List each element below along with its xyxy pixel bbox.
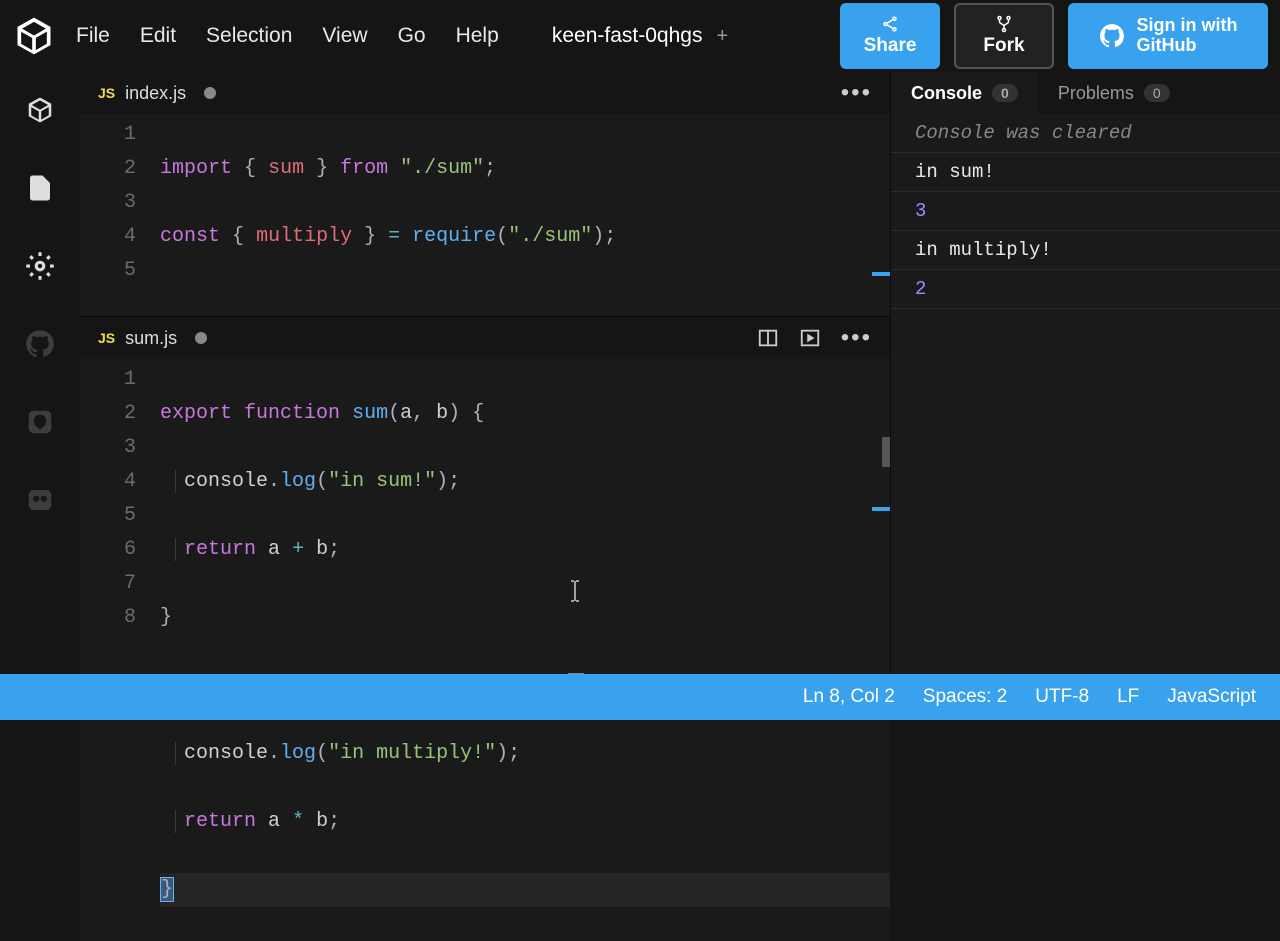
main-area: JS index.js ••• 12345 import { sum } fro… (0, 72, 1280, 674)
console-output[interactable]: Console was cleared in sum! 3 in multipl… (891, 114, 1280, 674)
more-icon[interactable]: ••• (841, 81, 872, 105)
dirty-indicator (204, 87, 216, 99)
header: File Edit Selection View Go Help keen-fa… (0, 0, 1280, 72)
preview-icon[interactable] (799, 327, 821, 349)
fork-label: Fork (983, 35, 1024, 57)
header-actions: Share Fork Sign in with GitHub (840, 3, 1268, 69)
gutter: 12345 (80, 118, 160, 316)
menu-selection[interactable]: Selection (206, 24, 292, 48)
sidebar-settings-icon[interactable] (22, 248, 58, 284)
github-label: Sign in with GitHub (1137, 16, 1238, 56)
scroll-mark (872, 272, 890, 276)
project-name-text: keen-fast-0qhgs (552, 24, 703, 48)
code-content: import { sum } from "./sum"; const { mul… (160, 118, 890, 316)
project-name[interactable]: keen-fast-0qhgs + (552, 24, 728, 48)
gutter: 12345678 (80, 363, 160, 941)
sidebar-github-icon[interactable] (22, 326, 58, 362)
logo-icon[interactable] (12, 14, 56, 58)
status-bar: Ln 8, Col 2 Spaces: 2 UTF-8 LF JavaScrip… (0, 674, 1280, 720)
tab-index[interactable]: JS index.js (98, 83, 216, 104)
text-cursor-icon (570, 580, 572, 602)
github-signin-button[interactable]: Sign in with GitHub (1068, 3, 1268, 69)
status-encoding[interactable]: UTF-8 (1035, 686, 1089, 708)
status-spaces[interactable]: Spaces: 2 (923, 686, 1008, 708)
sidebar-live-icon[interactable] (22, 482, 58, 518)
split-icon[interactable] (757, 327, 779, 349)
tab-bar-index: JS index.js ••• (80, 72, 890, 114)
menu-help[interactable]: Help (456, 24, 499, 48)
filename-index: index.js (125, 83, 186, 104)
right-panel: Console 0 Problems 0 Console was cleared… (890, 72, 1280, 674)
menu-file[interactable]: File (76, 24, 110, 48)
js-badge-icon: JS (98, 85, 115, 101)
code-sum[interactable]: 12345678 export function sum(a, b) { con… (80, 359, 890, 941)
share-button[interactable]: Share (840, 3, 940, 69)
menu-bar: File Edit Selection View Go Help (76, 24, 499, 48)
scroll-mark (872, 507, 890, 511)
sidebar-file-icon[interactable] (22, 170, 58, 206)
activity-bar (0, 72, 80, 674)
console-line: 3 (891, 192, 1280, 231)
menu-view[interactable]: View (322, 24, 367, 48)
console-line: Console was cleared (891, 114, 1280, 153)
right-panel-tabs: Console 0 Problems 0 (891, 72, 1280, 114)
share-label: Share (864, 35, 917, 57)
tab-problems[interactable]: Problems 0 (1038, 72, 1190, 114)
console-line: 2 (891, 270, 1280, 309)
tab-sum[interactable]: JS sum.js (98, 328, 207, 349)
sidebar-deploy-icon[interactable] (22, 404, 58, 440)
filename-sum: sum.js (125, 328, 177, 349)
dirty-indicator (195, 332, 207, 344)
minimap-mark (882, 437, 890, 467)
status-position[interactable]: Ln 8, Col 2 (803, 686, 895, 708)
menu-go[interactable]: Go (398, 24, 426, 48)
js-badge-icon: JS (98, 330, 115, 346)
tab-bar-sum: JS sum.js ••• (80, 317, 890, 359)
more-icon[interactable]: ••• (841, 326, 872, 350)
menu-edit[interactable]: Edit (140, 24, 176, 48)
console-line: in multiply! (891, 231, 1280, 270)
tab-console[interactable]: Console 0 (891, 72, 1038, 114)
fork-button[interactable]: Fork (954, 3, 1054, 69)
problems-badge: 0 (1144, 84, 1170, 102)
status-language[interactable]: JavaScript (1167, 686, 1256, 708)
console-line: in sum! (891, 153, 1280, 192)
editor-panel-index: JS index.js ••• 12345 import { sum } fro… (80, 72, 890, 317)
editor-panel-sum: JS sum.js ••• 12345678 export function s… (80, 317, 890, 941)
plus-icon[interactable]: + (716, 25, 728, 48)
status-eol[interactable]: LF (1117, 686, 1139, 708)
code-content: export function sum(a, b) { console.log(… (160, 363, 890, 941)
console-badge: 0 (992, 84, 1018, 102)
editor-area: JS index.js ••• 12345 import { sum } fro… (80, 72, 890, 674)
code-index[interactable]: 12345 import { sum } from "./sum"; const… (80, 114, 890, 316)
sidebar-sandbox-icon[interactable] (22, 92, 58, 128)
